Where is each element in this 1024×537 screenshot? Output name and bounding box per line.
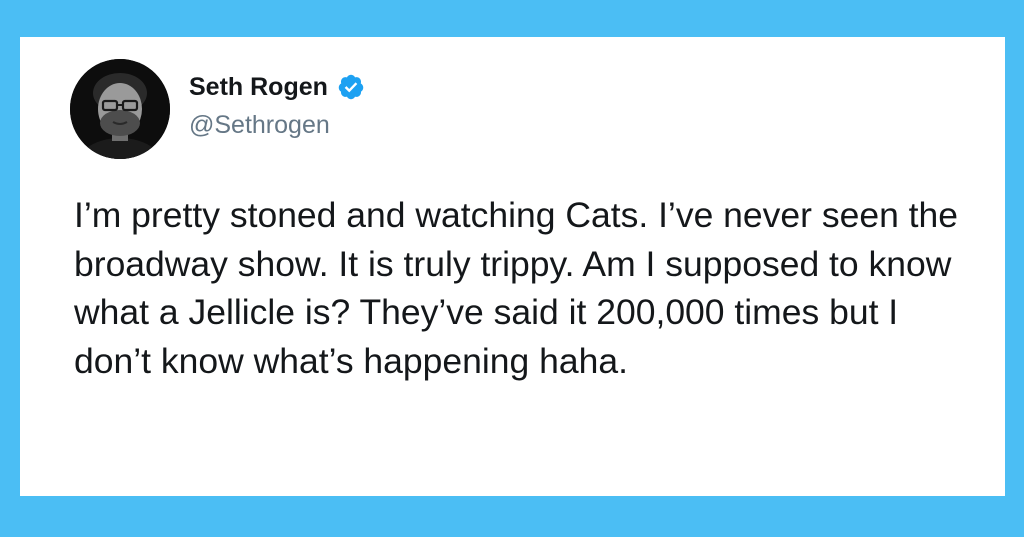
profile-photo: [70, 59, 170, 159]
tweet-card: Seth Rogen @Sethrogen I’m pretty stoned …: [20, 37, 1005, 496]
author-name[interactable]: Seth Rogen: [189, 73, 328, 102]
author-row: Seth Rogen: [189, 70, 365, 104]
avatar[interactable]: [70, 59, 170, 159]
tweet-text: I’m pretty stoned and watching Cats. I’v…: [74, 195, 959, 381]
verified-badge-icon: [338, 74, 364, 100]
author-handle[interactable]: @Sethrogen: [189, 111, 330, 140]
